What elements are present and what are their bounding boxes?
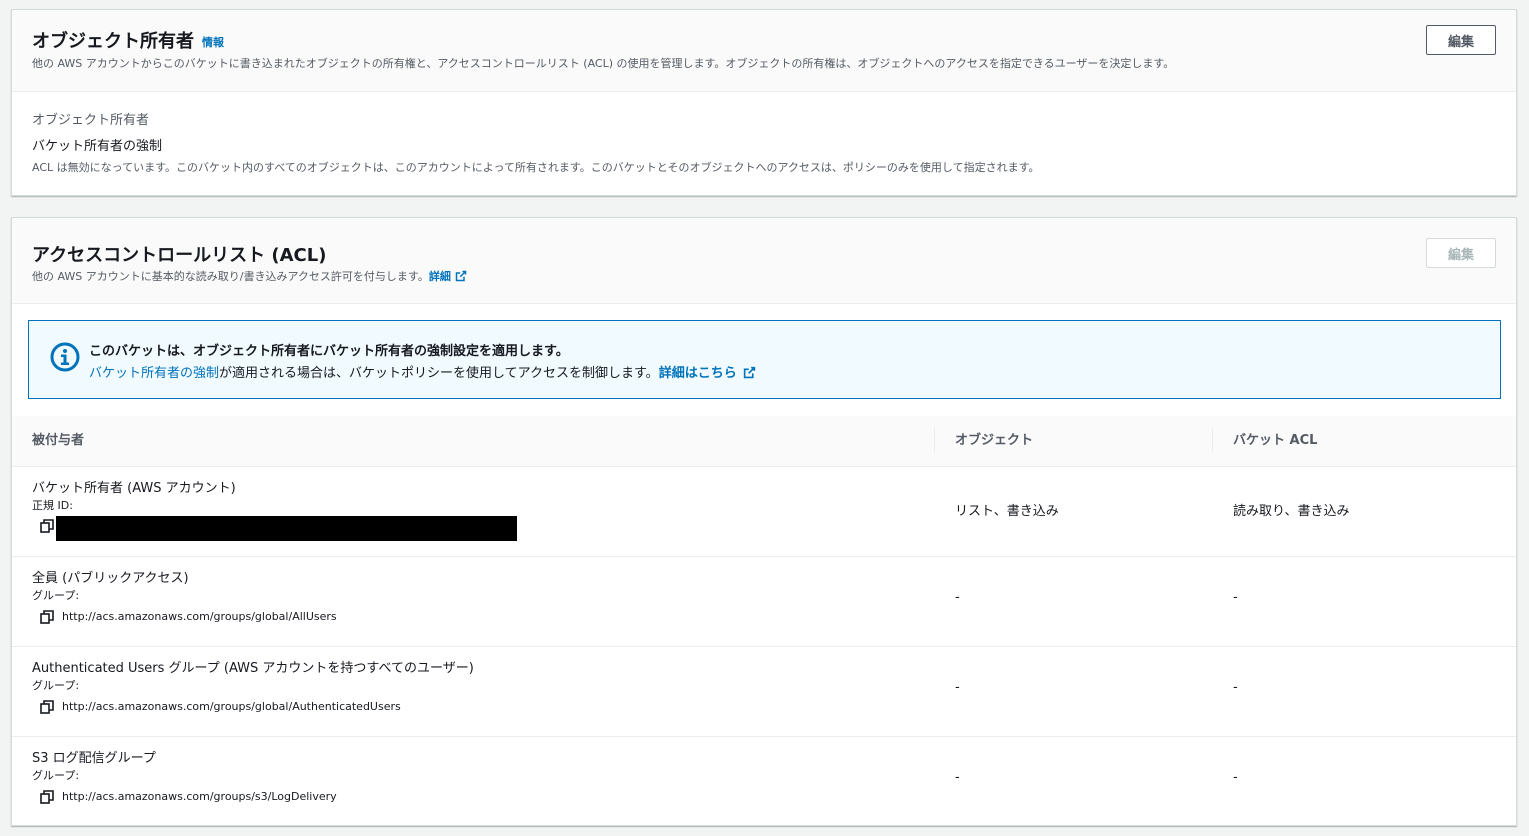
- copy-icon[interactable]: [40, 610, 54, 624]
- grantee-name: S3 ログ配信グループ: [32, 751, 156, 766]
- bucket-acl-permission: 読み取り、書き込み: [1233, 504, 1350, 519]
- column-divider: [1212, 428, 1213, 452]
- grantee-name: Authenticated Users グループ (AWS アカウントを持つすべ…: [32, 661, 474, 676]
- acl-header: アクセスコントロールリスト (ACL) 他の AWS アカウントに基本的な読み取…: [12, 218, 1516, 304]
- alert-body-text: が適用される場合は、バケットポリシーを使用してアクセスを制御します。: [219, 366, 659, 381]
- column-header-grantee: 被付与者: [32, 433, 85, 448]
- column-header-objects: オブジェクト: [955, 433, 1034, 448]
- object-ownership-title: オブジェクト所有者 情報: [32, 27, 224, 53]
- grantee-type: グループ:: [32, 679, 80, 692]
- acl-description-text: 他の AWS アカウントに基本的な読み取り/書き込みアクセス許可を付与します。: [32, 270, 429, 283]
- objects-permission: -: [955, 680, 960, 695]
- alert-body: バケット所有者の強制が適用される場合は、バケットポリシーを使用してアクセスを制御…: [89, 362, 756, 381]
- copy-icon[interactable]: [40, 790, 54, 804]
- external-link-icon: [743, 366, 755, 379]
- table-row: バケット所有者 (AWS アカウント) 正規 ID: リスト、書き込み 読み取り…: [12, 466, 1516, 557]
- grantee-uri: http://acs.amazonaws.com/groups/global/A…: [62, 700, 401, 713]
- table-row: 全員 (パブリックアクセス) グループ: http://acs.amazonaw…: [12, 556, 1516, 647]
- info-icon: [50, 342, 80, 372]
- column-header-bucket-acl: バケット ACL: [1233, 433, 1318, 448]
- grantee-type: グループ:: [32, 589, 80, 602]
- info-alert: このバケットは、オブジェクト所有者にバケット所有者の強制設定を適用します。 バケ…: [28, 320, 1501, 399]
- object-ownership-header: オブジェクト所有者 情報 他の AWS アカウントからこのバケットに書き込まれたオ…: [12, 10, 1516, 92]
- object-ownership-title-text: オブジェクト所有者: [32, 31, 194, 52]
- acl-details-link[interactable]: 詳細: [429, 270, 467, 283]
- redacted-canonical-id: [56, 516, 517, 541]
- object-ownership-description: 他の AWS アカウントからこのバケットに書き込まれたオブジェクトの所有権と、ア…: [32, 57, 1175, 70]
- learn-more-link[interactable]: 詳細はこちら: [659, 366, 756, 381]
- edit-object-ownership-button[interactable]: 編集: [1426, 25, 1496, 55]
- info-link[interactable]: 情報: [202, 36, 224, 49]
- acl-title: アクセスコントロールリスト (ACL): [32, 245, 327, 266]
- edit-acl-button[interactable]: 編集: [1426, 238, 1496, 268]
- bucket-owner-enforced-link[interactable]: バケット所有者の強制: [89, 366, 219, 381]
- column-divider: [934, 428, 935, 452]
- acl-panel: アクセスコントロールリスト (ACL) 他の AWS アカウントに基本的な読み取…: [11, 217, 1517, 826]
- alert-title: このバケットは、オブジェクト所有者にバケット所有者の強制設定を適用します。: [89, 344, 569, 359]
- bucket-acl-permission: -: [1233, 680, 1238, 695]
- object-ownership-panel: オブジェクト所有者 情報 他の AWS アカウントからこのバケットに書き込まれたオ…: [11, 9, 1517, 196]
- table-row: S3 ログ配信グループ グループ: http://acs.amazonaws.c…: [12, 736, 1516, 826]
- bucket-acl-permission: -: [1233, 590, 1238, 605]
- grantee-name: バケット所有者 (AWS アカウント): [32, 481, 236, 496]
- bucket-acl-permission: -: [1233, 770, 1238, 785]
- external-link-icon: [455, 270, 467, 282]
- acl-table-header: 被付与者 オブジェクト バケット ACL: [12, 416, 1516, 467]
- objects-permission: リスト、書き込み: [955, 504, 1059, 519]
- acl-description: 他の AWS アカウントに基本的な読み取り/書き込みアクセス許可を付与します。詳…: [32, 268, 467, 284]
- copy-icon[interactable]: [40, 700, 54, 714]
- objects-permission: -: [955, 770, 960, 785]
- copy-icon[interactable]: [40, 519, 54, 533]
- grantee-type: グループ:: [32, 769, 80, 782]
- grantee-type: 正規 ID:: [32, 499, 73, 512]
- table-row: Authenticated Users グループ (AWS アカウントを持つすべ…: [12, 646, 1516, 737]
- grantee-uri: http://acs.amazonaws.com/groups/s3/LogDe…: [62, 790, 337, 803]
- learn-more-link-text: 詳細はこちら: [658, 366, 737, 381]
- object-ownership-field-note: ACL は無効になっています。このバケット内のすべてのオブジェクトは、このアカウ…: [32, 161, 1040, 174]
- object-ownership-field-value: バケット所有者の強制: [32, 139, 163, 154]
- grantee-uri: http://acs.amazonaws.com/groups/global/A…: [62, 610, 337, 623]
- grantee-name: 全員 (パブリックアクセス): [32, 571, 189, 586]
- objects-permission: -: [955, 590, 960, 605]
- object-ownership-field-label: オブジェクト所有者: [32, 113, 150, 128]
- acl-details-link-text: 詳細: [428, 270, 451, 283]
